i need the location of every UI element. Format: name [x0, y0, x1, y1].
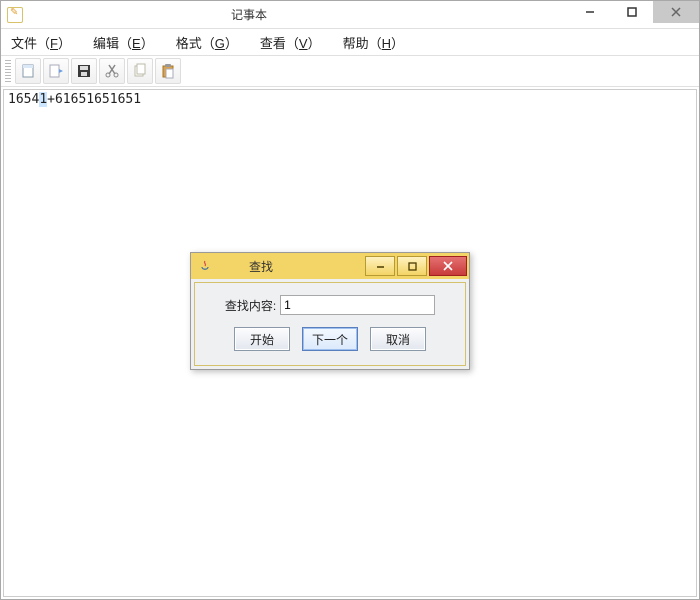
minimize-icon — [376, 262, 385, 271]
window-title: 记事本 — [0, 6, 569, 23]
cut-icon — [104, 63, 120, 79]
dialog-minimize-button[interactable] — [365, 256, 395, 276]
close-button[interactable] — [653, 1, 699, 23]
app-notepad-icon — [7, 7, 23, 23]
menu-view[interactable]: 查看（V） — [260, 33, 321, 52]
minimize-button[interactable] — [569, 1, 611, 23]
find-dialog-controls — [365, 253, 469, 279]
find-input[interactable] — [280, 295, 435, 315]
new-file-icon — [20, 63, 36, 79]
close-icon — [443, 261, 453, 271]
close-icon — [671, 7, 681, 17]
find-dialog-body: 查找内容: 开始 下一个 取消 — [194, 282, 466, 366]
toolbar-cut[interactable] — [99, 58, 125, 84]
dialog-close-button[interactable] — [429, 256, 467, 276]
maximize-icon — [408, 262, 417, 271]
open-file-icon — [48, 63, 64, 79]
toolbar-paste[interactable] — [155, 58, 181, 84]
maximize-button[interactable] — [611, 1, 653, 23]
find-dialog[interactable]: 查找 查找内容: 开始 下一个 取消 — [190, 252, 470, 370]
toolbar — [1, 55, 699, 87]
main-titlebar: 记事本 — [1, 1, 699, 29]
copy-icon — [132, 63, 148, 79]
editor-text-after: +61651651651 — [47, 92, 141, 107]
find-dialog-titlebar[interactable]: 查找 — [191, 253, 469, 279]
menubar: 文件（F） 编辑（E） 格式（G） 查看（V） 帮助（H） — [1, 29, 699, 55]
find-dialog-title: 查找 — [157, 258, 365, 275]
menu-help[interactable]: 帮助（H） — [343, 33, 404, 52]
toolbar-open[interactable] — [43, 58, 69, 84]
menu-edit[interactable]: 编辑（E） — [93, 33, 154, 52]
find-start-button[interactable]: 开始 — [234, 327, 290, 351]
window-controls — [569, 1, 699, 28]
find-input-row: 查找内容: — [211, 295, 449, 315]
toolbar-save[interactable] — [71, 58, 97, 84]
dialog-maximize-button[interactable] — [397, 256, 427, 276]
menu-file[interactable]: 文件（F） — [11, 33, 71, 52]
find-cancel-button[interactable]: 取消 — [370, 327, 426, 351]
find-next-button[interactable]: 下一个 — [302, 327, 358, 351]
toolbar-new[interactable] — [15, 58, 41, 84]
menu-format[interactable]: 格式（G） — [176, 33, 238, 52]
minimize-icon — [585, 7, 595, 17]
find-label: 查找内容: — [225, 297, 276, 314]
editor-selection: 1 — [39, 92, 47, 107]
paste-icon — [160, 63, 176, 79]
save-icon — [76, 63, 92, 79]
maximize-icon — [627, 7, 637, 17]
find-buttons-row: 开始 下一个 取消 — [211, 327, 449, 351]
toolbar-copy[interactable] — [127, 58, 153, 84]
toolbar-grip — [5, 60, 11, 82]
editor-text-before: 1654 — [8, 92, 39, 107]
